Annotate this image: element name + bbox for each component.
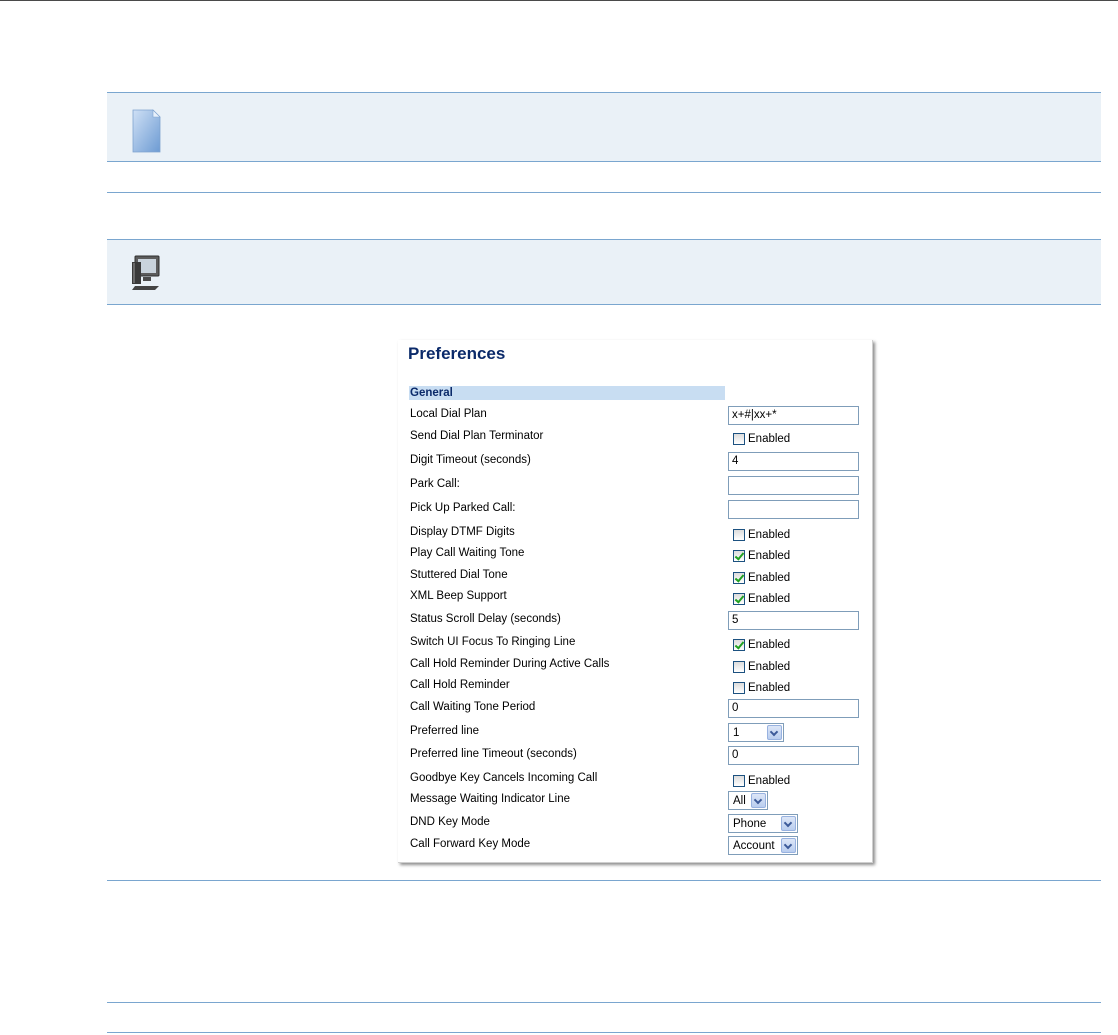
divider xyxy=(107,192,1101,193)
checkbox-label: Enabled xyxy=(748,572,791,584)
top-rule xyxy=(0,0,1118,1)
preferred-line-select[interactable]: 1 xyxy=(728,723,784,742)
row-mwi-line: Message Waiting Indicator Line All xyxy=(398,791,872,813)
send-dial-plan-terminator-checkbox[interactable] xyxy=(733,433,745,445)
row-xml-beep-support: XML Beep Support Enabled xyxy=(398,588,872,610)
field-label: Send Dial Plan Terminator xyxy=(410,430,544,442)
field-label: Preferred line xyxy=(410,725,480,737)
row-preferred-line: Preferred line 1 xyxy=(398,723,872,745)
pick-up-parked-call-input[interactable] xyxy=(728,500,859,519)
field-label: Digit Timeout (seconds) xyxy=(410,454,531,466)
field-label: Call Hold Reminder During Active Calls xyxy=(410,658,610,670)
field-label: Call Hold Reminder xyxy=(410,679,510,691)
stuttered-dial-tone-checkbox[interactable] xyxy=(733,572,745,584)
row-local-dial-plan: Local Dial Plan x+#|xx+* xyxy=(398,406,872,428)
select-value: Account xyxy=(733,840,775,852)
note-band xyxy=(107,93,1101,161)
checkbox-label: Enabled xyxy=(748,593,791,605)
checkbox-label: Enabled xyxy=(748,550,791,562)
webui-band xyxy=(107,240,1101,304)
field-label: Goodbye Key Cancels Incoming Call xyxy=(410,772,598,784)
chevron-down-icon[interactable] xyxy=(781,816,796,831)
field-label: Status Scroll Delay (seconds) xyxy=(410,613,561,625)
field-label: Message Waiting Indicator Line xyxy=(410,793,571,805)
chevron-down-icon[interactable] xyxy=(751,793,766,808)
checkbox-label: Enabled xyxy=(748,682,791,694)
checkbox-label: Enabled xyxy=(748,661,791,673)
checkbox-label: Enabled xyxy=(748,433,791,445)
dnd-key-mode-select[interactable]: Phone xyxy=(728,814,798,833)
call-forward-key-mode-select[interactable]: Account xyxy=(728,836,798,855)
row-call-hold-reminder-active: Call Hold Reminder During Active Calls E… xyxy=(398,656,872,678)
field-label: Preferred line Timeout (seconds) xyxy=(410,748,577,760)
row-park-call: Park Call: xyxy=(398,476,872,498)
local-dial-plan-input[interactable]: x+#|xx+* xyxy=(728,406,859,425)
checkbox-label: Enabled xyxy=(748,775,791,787)
field-label: Park Call: xyxy=(410,478,460,490)
divider xyxy=(107,304,1101,305)
field-label: Call Waiting Tone Period xyxy=(410,701,536,713)
call-hold-reminder-checkbox[interactable] xyxy=(733,682,745,694)
row-digit-timeout: Digit Timeout (seconds) 4 xyxy=(398,452,872,474)
goodbye-key-cancels-checkbox[interactable] xyxy=(733,775,745,787)
checkbox-label: Enabled xyxy=(748,529,791,541)
field-label: Display DTMF Digits xyxy=(410,526,515,538)
row-switch-ui-focus: Switch UI Focus To Ringing Line Enabled xyxy=(398,634,872,656)
field-label: Play Call Waiting Tone xyxy=(410,547,525,559)
divider xyxy=(107,161,1101,162)
field-label: DND Key Mode xyxy=(410,816,490,828)
note-icon xyxy=(132,109,161,153)
select-value: Phone xyxy=(733,818,767,830)
select-value: 1 xyxy=(733,727,740,739)
computer-icon xyxy=(132,255,160,290)
checkbox-label: Enabled xyxy=(748,639,791,651)
status-scroll-delay-input[interactable]: 5 xyxy=(728,611,859,630)
page-title: Preferences xyxy=(408,344,506,363)
row-status-scroll-delay: Status Scroll Delay (seconds) 5 xyxy=(398,611,872,633)
divider xyxy=(107,1002,1101,1003)
field-label: Stuttered Dial Tone xyxy=(410,569,508,581)
display-dtmf-digits-checkbox[interactable] xyxy=(733,529,745,541)
call-hold-reminder-active-checkbox[interactable] xyxy=(733,661,745,673)
row-dnd-key-mode: DND Key Mode Phone xyxy=(398,814,872,836)
select-value: All xyxy=(733,795,746,807)
field-label: XML Beep Support xyxy=(410,590,507,602)
field-label: Switch UI Focus To Ringing Line xyxy=(410,636,576,648)
divider xyxy=(107,880,1101,881)
row-goodbye-key-cancels: Goodbye Key Cancels Incoming Call Enable… xyxy=(398,770,872,792)
play-call-waiting-tone-checkbox[interactable] xyxy=(733,550,745,562)
row-preferred-line-timeout: Preferred line Timeout (seconds) 0 xyxy=(398,746,872,768)
divider xyxy=(107,1032,1101,1033)
chevron-down-icon[interactable] xyxy=(767,725,782,740)
row-call-forward-key-mode: Call Forward Key Mode Account xyxy=(398,836,872,858)
mwi-line-select[interactable]: All xyxy=(728,791,768,810)
row-stuttered-dial-tone: Stuttered Dial Tone Enabled xyxy=(398,567,872,589)
row-send-dial-plan-terminator: Send Dial Plan Terminator Enabled xyxy=(398,428,872,450)
field-label: Local Dial Plan xyxy=(410,408,487,420)
call-waiting-tone-period-input[interactable]: 0 xyxy=(728,699,859,718)
preferred-line-timeout-input[interactable]: 0 xyxy=(728,746,859,765)
row-display-dtmf-digits: Display DTMF Digits Enabled xyxy=(398,524,872,546)
field-label: Pick Up Parked Call: xyxy=(410,502,516,514)
field-label: Call Forward Key Mode xyxy=(410,838,531,850)
switch-ui-focus-checkbox[interactable] xyxy=(733,639,745,651)
row-call-waiting-tone-period: Call Waiting Tone Period 0 xyxy=(398,699,872,721)
row-call-hold-reminder: Call Hold Reminder Enabled xyxy=(398,677,872,699)
xml-beep-support-checkbox[interactable] xyxy=(733,593,745,605)
preferences-panel: Preferences General Local Dial Plan x+#|… xyxy=(398,340,873,863)
digit-timeout-input[interactable]: 4 xyxy=(728,452,859,471)
chevron-down-icon[interactable] xyxy=(781,838,796,853)
row-pick-up-parked-call: Pick Up Parked Call: xyxy=(398,500,872,522)
section-header-general: General xyxy=(409,386,725,400)
park-call-input[interactable] xyxy=(728,476,859,495)
row-play-call-waiting-tone: Play Call Waiting Tone Enabled xyxy=(398,545,872,567)
